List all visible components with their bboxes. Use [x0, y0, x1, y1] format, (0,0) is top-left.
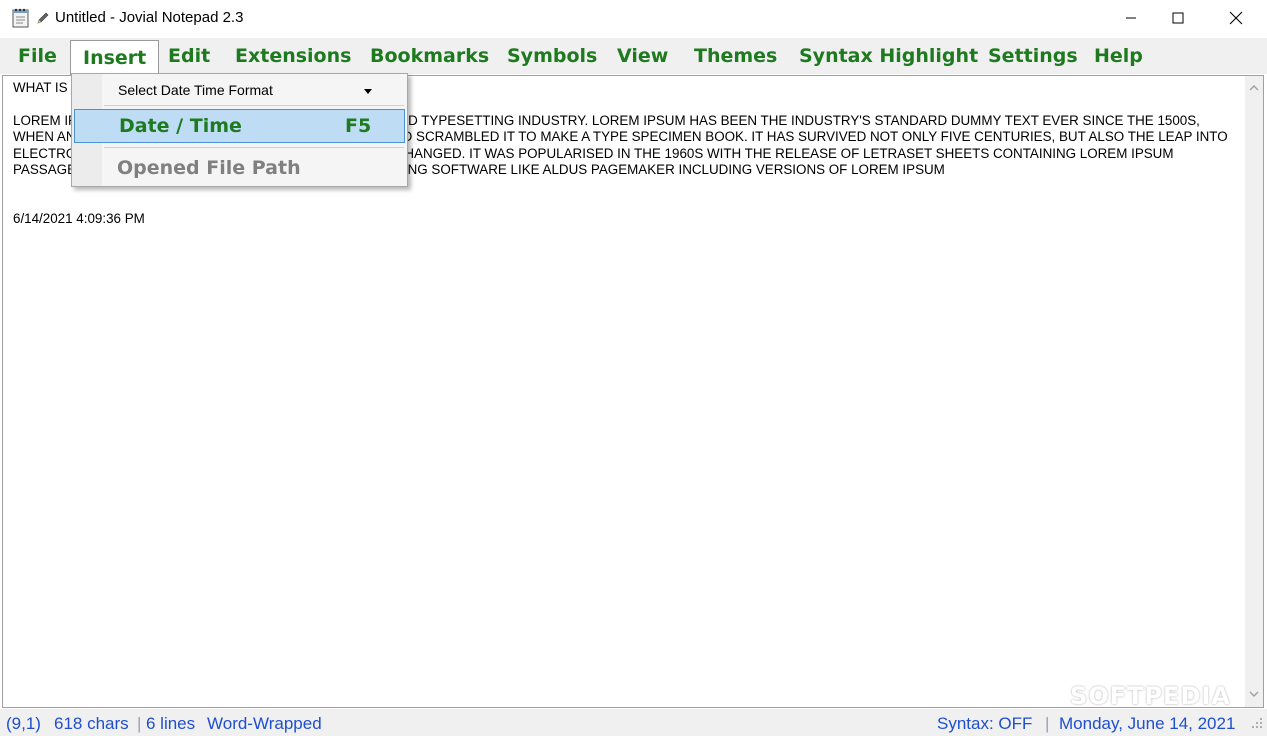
pencil-icon [37, 12, 49, 24]
minimize-button[interactable] [1108, 0, 1154, 36]
word-wrap-status[interactable]: Word-Wrapped [207, 714, 322, 734]
syntax-status[interactable]: Syntax: OFF [937, 714, 1032, 734]
close-icon [1229, 11, 1243, 25]
maximize-button[interactable] [1155, 0, 1201, 36]
softpedia-watermark: SOFTPEDIA [1070, 682, 1231, 710]
menu-extensions[interactable]: Extensions [235, 38, 351, 74]
maximize-icon [1172, 12, 1184, 24]
date-time-label: Date / Time [119, 115, 242, 137]
menu-themes[interactable]: Themes [694, 38, 777, 74]
status-divider: | [1045, 714, 1050, 733]
menu-insert[interactable]: Insert [70, 40, 160, 76]
window-title: Untitled - Jovial Notepad 2.3 [55, 9, 244, 26]
menu-syntax-highlight[interactable]: Syntax Highlight [799, 38, 978, 74]
status-divider: | [137, 714, 142, 733]
current-date: Monday, June 14, 2021 [1059, 714, 1236, 733]
menu-file[interactable]: File [18, 38, 57, 74]
cursor-position: (9,1) [6, 714, 41, 733]
notepad-icon [12, 8, 29, 28]
date-time-shortcut: F5 [345, 115, 372, 137]
vertical-scrollbar[interactable] [1245, 76, 1263, 707]
scroll-up-icon[interactable] [1248, 82, 1260, 94]
menu-edit[interactable]: Edit [168, 38, 210, 74]
close-button[interactable] [1213, 0, 1259, 36]
menu-help[interactable]: Help [1094, 38, 1143, 74]
char-count: 618 chars [54, 714, 129, 733]
menu-bookmarks[interactable]: Bookmarks [370, 38, 489, 74]
menu-settings[interactable]: Settings [988, 38, 1078, 74]
scroll-down-icon[interactable] [1248, 688, 1260, 700]
menu-view[interactable]: View [617, 38, 668, 74]
menu-separator [104, 105, 404, 106]
menu-item-opened-file-path[interactable]: Opened File Path [117, 157, 301, 179]
minimize-icon [1126, 17, 1136, 19]
status-bar: (9,1) 618 chars | 6 lines Word-Wrapped S… [0, 709, 1267, 736]
menu-symbols[interactable]: Symbols [507, 38, 597, 74]
insert-dropdown-menu: Select Date Time Format Date / Time F5 O… [71, 73, 408, 187]
menu-bar: File Insert Edit Extensions Bookmarks Sy… [0, 38, 1267, 76]
resize-grip-icon[interactable] [1250, 716, 1264, 730]
select-date-time-format[interactable]: Select Date Time Format [118, 82, 273, 98]
line-count: 6 lines [146, 714, 196, 733]
chevron-down-icon[interactable] [364, 89, 372, 94]
title-bar: Untitled - Jovial Notepad 2.3 [0, 0, 1267, 36]
menu-item-date-time[interactable]: Date / Time F5 [74, 109, 405, 143]
menu-separator [104, 147, 404, 148]
